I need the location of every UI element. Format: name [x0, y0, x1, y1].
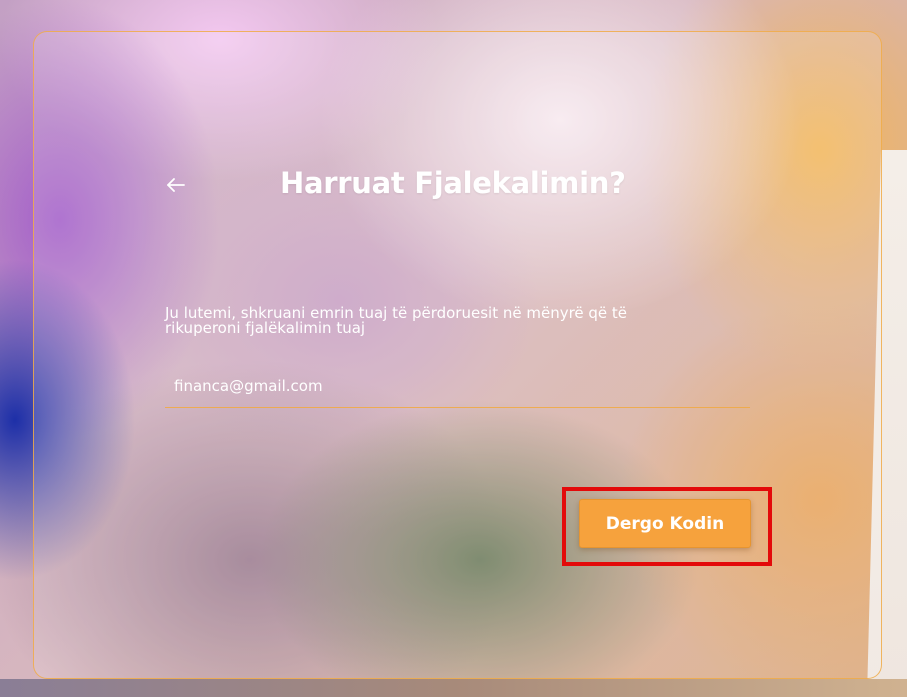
- instructions-text: Ju lutemi, shkruani emrin tuaj të përdor…: [165, 306, 745, 336]
- send-code-button[interactable]: Dergo Kodin: [579, 499, 751, 548]
- forgot-password-card: [33, 31, 882, 679]
- email-field-wrapper: [165, 362, 750, 408]
- instructions-line-2: rikuperoni fjalëkalimin tuaj: [165, 319, 366, 337]
- background-strip: [0, 679, 907, 697]
- email-field[interactable]: [165, 362, 750, 407]
- page-title: Harruat Fjalekalimin?: [280, 166, 626, 200]
- form-header: Harruat Fjalekalimin?: [163, 162, 763, 212]
- arrow-left-icon[interactable]: [163, 172, 189, 198]
